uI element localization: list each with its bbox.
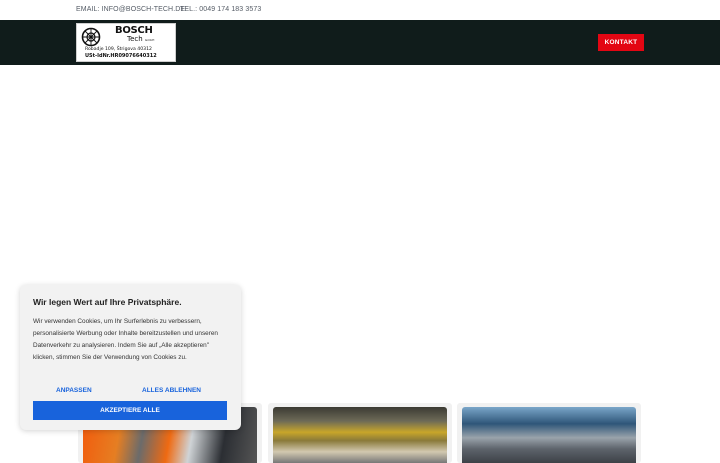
- logo-brand-subtext: Tech GmbH: [127, 35, 155, 43]
- company-logo[interactable]: BOSCH Tech GmbH Robadje 109, Štrigova 40…: [76, 23, 176, 62]
- gear-globe-icon: [81, 27, 101, 47]
- service-image-robot: [273, 407, 447, 463]
- cookie-consent-banner: Wir legen Wert auf Ihre Privatsphäre. Wi…: [20, 285, 241, 430]
- service-card-3[interactable]: [457, 403, 641, 463]
- cookie-title: Wir legen Wert auf Ihre Privatsphäre.: [33, 297, 182, 307]
- email-link[interactable]: EMAIL: INFO@BOSCH-TECH.DE: [76, 6, 185, 13]
- reject-all-button[interactable]: ALLES ABLEHNEN: [142, 387, 201, 394]
- site-header: BOSCH Tech GmbH Robadje 109, Štrigova 40…: [0, 20, 720, 65]
- phone-link[interactable]: TEL.: 0049 174 183 3573: [180, 6, 261, 13]
- cookie-description: Wir verwenden Cookies, um Ihr Surferlebn…: [33, 318, 218, 361]
- customize-button[interactable]: ANPASSEN: [56, 387, 92, 394]
- accept-all-button[interactable]: AKZEPTIERE ALLE: [33, 401, 227, 420]
- service-image-conveyor: [462, 407, 636, 463]
- logo-vat-id: USt-IdNr.HR09076640312: [85, 53, 157, 59]
- contact-button[interactable]: KONTAKT: [598, 34, 644, 51]
- top-info-bar: EMAIL: INFO@BOSCH-TECH.DE TEL.: 0049 174…: [0, 0, 720, 20]
- logo-address: Robadje 109, Štrigova 40312: [85, 47, 152, 52]
- service-card-2[interactable]: [268, 403, 452, 463]
